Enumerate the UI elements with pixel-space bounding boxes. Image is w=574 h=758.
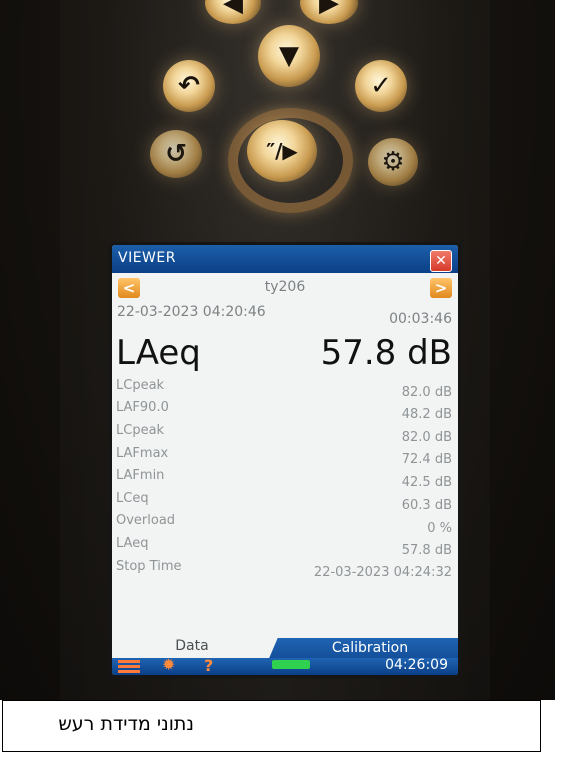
tab-calibration-label: Calibration	[331, 640, 409, 656]
main-metric-value: 57.8 dB	[320, 333, 452, 373]
settings-key: ⚙	[368, 138, 418, 186]
metric-label: LCpeak	[116, 423, 165, 438]
check-key: ✓	[355, 60, 407, 112]
metric-value: 60.3 dB	[401, 498, 452, 513]
start-datetime: 22-03-2023 04:20:46	[117, 304, 266, 320]
metric-value: 42.5 dB	[401, 475, 452, 490]
metric-label: LAFmax	[116, 446, 169, 461]
window-title: VIEWER	[118, 250, 176, 266]
next-record-button[interactable]: >	[430, 278, 452, 298]
metric-label: LCpeak	[116, 378, 165, 393]
help-icon[interactable]: ?	[204, 656, 213, 675]
menu-icon[interactable]	[118, 660, 140, 673]
back-key: ↶	[163, 60, 215, 112]
metric-value: 72.4 dB	[401, 452, 452, 467]
status-clock: 04:26:09	[385, 657, 448, 673]
metric-label: LAF90.0	[116, 400, 169, 415]
metric-value: 82.0 dB	[401, 385, 452, 400]
close-icon[interactable]: ✕	[430, 250, 452, 272]
battery-icon	[272, 660, 310, 669]
undo-key: ↺	[150, 130, 202, 178]
metric-value: 48.2 dB	[401, 407, 452, 422]
caption-text: נתוני מדידת רעש	[58, 713, 194, 735]
metric-value: 82.0 dB	[401, 430, 452, 445]
play-pause-key: ″/▶	[247, 120, 317, 182]
file-name: ty206	[264, 279, 306, 295]
caption-box: נתוני מדידת רעש	[2, 700, 541, 752]
metric-label: Stop Time	[116, 559, 182, 574]
bug-icon[interactable]: ✹	[162, 655, 175, 674]
metric-value: 22-03-2023 04:24:32	[313, 565, 452, 580]
metric-value: 0 %	[427, 521, 452, 536]
elapsed-time: 00:03:46	[389, 311, 452, 327]
device-screen: VIEWER ✕ < ty206 > 22-03-2023 04:20:46 0…	[112, 245, 458, 675]
window-titlebar: VIEWER ✕	[112, 245, 458, 273]
device-photo: ◀ ▶ ↶ ▼ ✓ ″/▶ ↺ ⚙ VIEWER ✕ < ty206 > 22-…	[0, 0, 555, 700]
metric-label: Overload	[116, 513, 176, 528]
metric-label: LAFmin	[116, 468, 165, 483]
metric-value: 57.8 dB	[401, 543, 452, 558]
metric-label: LCeq	[116, 491, 149, 506]
main-metric-label: LAeq	[116, 333, 201, 373]
tab-data[interactable]: Data	[112, 638, 272, 658]
metric-label: LAeq	[116, 536, 149, 551]
down-key: ▼	[258, 25, 320, 87]
status-bar: ✹ ? 04:26:09	[112, 655, 458, 675]
